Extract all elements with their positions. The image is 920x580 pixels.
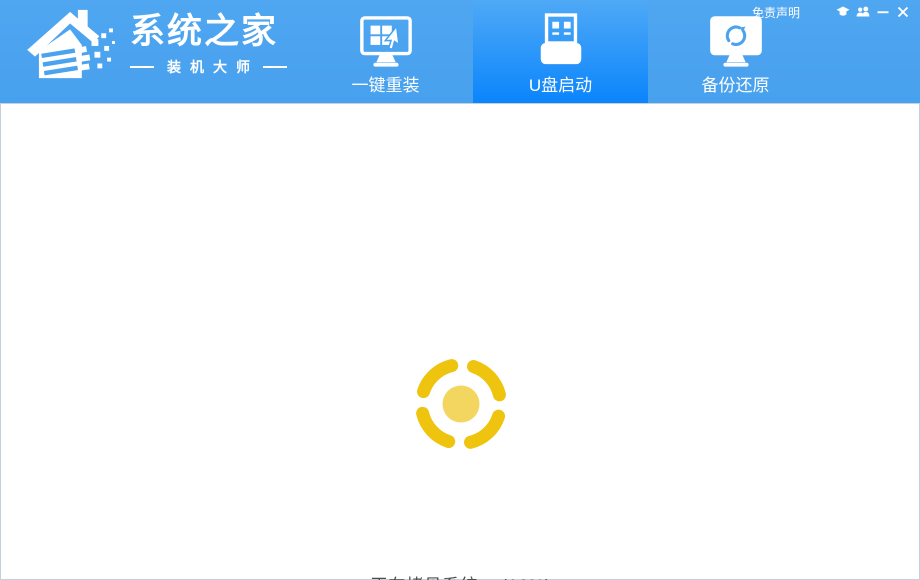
- app-title: 系统之家: [130, 12, 287, 52]
- tab-onekey-reinstall[interactable]: 一键重装: [298, 0, 473, 103]
- app-logo: 系统之家 装机大师: [24, 6, 287, 82]
- usb-drive-icon: [534, 13, 588, 71]
- divider-line: [263, 66, 287, 68]
- tab-label: 备份还原: [702, 76, 770, 95]
- tab-label: 一键重装: [352, 76, 420, 95]
- service-cap-icon[interactable]: [835, 5, 850, 20]
- minimize-icon: [876, 5, 890, 19]
- divider-line: [130, 66, 154, 68]
- window-topbar: 免责声明: [752, 4, 910, 20]
- app-window: 系统之家 装机大师: [0, 0, 920, 580]
- tab-usb-boot[interactable]: U盘启动: [473, 0, 648, 103]
- tab-label: U盘启动: [529, 76, 592, 95]
- yellow-spinner-icon: [401, 344, 521, 464]
- minimize-button[interactable]: [875, 5, 890, 20]
- app-subtitle-text: 装机大师: [167, 57, 259, 77]
- monitor-restore-icon: [705, 13, 767, 71]
- disclaimer-link[interactable]: 免责声明: [752, 4, 800, 21]
- main-tabs: 一键重装 U盘启动: [298, 0, 823, 103]
- logo-text-block: 系统之家 装机大师: [130, 12, 287, 77]
- house-logo-icon: [24, 6, 124, 82]
- close-icon: [896, 5, 910, 19]
- user-group-icon[interactable]: [855, 5, 870, 20]
- app-header: 系统之家 装机大师: [0, 0, 920, 103]
- content-area: 正在拷贝系统... (16%): [0, 103, 920, 580]
- app-subtitle: 装机大师: [130, 57, 287, 77]
- status-text: 正在拷贝系统... (16%): [1, 571, 920, 580]
- monitor-windows-cursor-icon: [355, 13, 417, 71]
- close-button[interactable]: [895, 5, 910, 20]
